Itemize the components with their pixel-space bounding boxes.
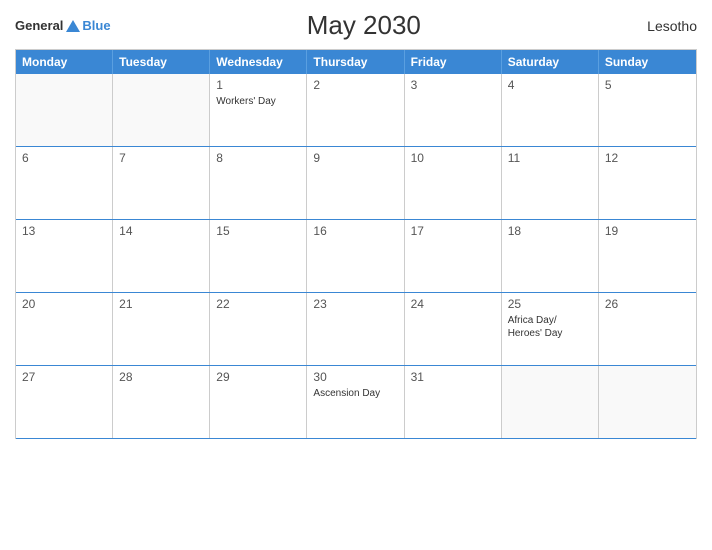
day-event: Africa Day/ Heroes' Day	[508, 314, 592, 340]
day-cell: 15	[210, 220, 307, 292]
day-number: 28	[119, 370, 203, 384]
day-number: 23	[313, 297, 397, 311]
day-event: Workers' Day	[216, 95, 300, 108]
day-cell: 12	[599, 147, 696, 219]
day-number: 17	[411, 224, 495, 238]
day-number: 14	[119, 224, 203, 238]
logo-blue-text: Blue	[82, 18, 110, 33]
day-number: 11	[508, 151, 592, 165]
day-number: 29	[216, 370, 300, 384]
week-row-5: 27 28 29 30 Ascension Day 31	[16, 366, 696, 439]
day-number: 9	[313, 151, 397, 165]
day-cell: 1 Workers' Day	[210, 74, 307, 146]
day-cell: 31	[405, 366, 502, 438]
day-number: 15	[216, 224, 300, 238]
day-header-saturday: Saturday	[502, 50, 599, 74]
day-number: 4	[508, 78, 592, 92]
day-cell: 7	[113, 147, 210, 219]
calendar-title: May 2030	[111, 10, 617, 41]
country-label: Lesotho	[617, 18, 697, 34]
day-cell	[599, 366, 696, 438]
day-cell: 5	[599, 74, 696, 146]
day-cell: 2	[307, 74, 404, 146]
day-cell: 25 Africa Day/ Heroes' Day	[502, 293, 599, 365]
day-number: 31	[411, 370, 495, 384]
day-cell: 9	[307, 147, 404, 219]
day-number: 24	[411, 297, 495, 311]
day-number: 8	[216, 151, 300, 165]
day-header-tuesday: Tuesday	[113, 50, 210, 74]
day-cell: 17	[405, 220, 502, 292]
week-row-4: 20 21 22 23 24 25 Africa Day/ Heroes' Day 26	[16, 293, 696, 366]
day-cell: 24	[405, 293, 502, 365]
day-cell	[16, 74, 113, 146]
week-row-2: 6789 10 11 12	[16, 147, 696, 220]
day-number: 22	[216, 297, 300, 311]
day-number: 7	[119, 151, 203, 165]
day-cell: 22	[210, 293, 307, 365]
logo: General Blue	[15, 18, 111, 33]
day-number: 10	[411, 151, 495, 165]
day-number: 16	[313, 224, 397, 238]
day-cell: 11	[502, 147, 599, 219]
day-number: 18	[508, 224, 592, 238]
day-number: 30	[313, 370, 397, 384]
logo-triangle-icon	[66, 20, 80, 32]
day-event: Ascension Day	[313, 387, 397, 400]
day-cell	[502, 366, 599, 438]
day-number: 2	[313, 78, 397, 92]
day-cell: 26	[599, 293, 696, 365]
week-row-1: 1 Workers' Day 2345	[16, 74, 696, 147]
day-cell: 30 Ascension Day	[307, 366, 404, 438]
day-cell: 6	[16, 147, 113, 219]
day-number: 19	[605, 224, 690, 238]
day-header-friday: Friday	[405, 50, 502, 74]
day-cell	[113, 74, 210, 146]
day-cell: 19	[599, 220, 696, 292]
weeks-container: 1Workers' Day234567891011121314151617181…	[16, 74, 696, 439]
day-number: 3	[411, 78, 495, 92]
day-number: 13	[22, 224, 106, 238]
header: General Blue May 2030 Lesotho	[15, 10, 697, 41]
day-cell: 13	[16, 220, 113, 292]
day-cell: 23	[307, 293, 404, 365]
calendar-page: General Blue May 2030 Lesotho MondayTues…	[0, 0, 712, 550]
logo-general-text: General	[15, 18, 63, 33]
day-header-monday: Monday	[16, 50, 113, 74]
calendar-grid: MondayTuesdayWednesdayThursdayFridaySatu…	[15, 49, 697, 439]
day-number: 1	[216, 78, 300, 92]
day-number: 25	[508, 297, 592, 311]
day-header-thursday: Thursday	[307, 50, 404, 74]
day-headers-row: MondayTuesdayWednesdayThursdayFridaySatu…	[16, 50, 696, 74]
day-cell: 16	[307, 220, 404, 292]
day-number: 26	[605, 297, 690, 311]
day-cell: 27	[16, 366, 113, 438]
day-cell: 14	[113, 220, 210, 292]
day-cell: 28	[113, 366, 210, 438]
day-cell: 29	[210, 366, 307, 438]
day-cell: 10	[405, 147, 502, 219]
day-cell: 8	[210, 147, 307, 219]
day-cell: 18	[502, 220, 599, 292]
day-number: 5	[605, 78, 690, 92]
day-number: 6	[22, 151, 106, 165]
day-header-wednesday: Wednesday	[210, 50, 307, 74]
week-row-3: 13 14 15 16 17 18 19	[16, 220, 696, 293]
day-cell: 21	[113, 293, 210, 365]
day-number: 20	[22, 297, 106, 311]
day-cell: 20	[16, 293, 113, 365]
day-cell: 3	[405, 74, 502, 146]
day-number: 27	[22, 370, 106, 384]
day-header-sunday: Sunday	[599, 50, 696, 74]
day-cell: 4	[502, 74, 599, 146]
day-number: 21	[119, 297, 203, 311]
day-number: 12	[605, 151, 690, 165]
